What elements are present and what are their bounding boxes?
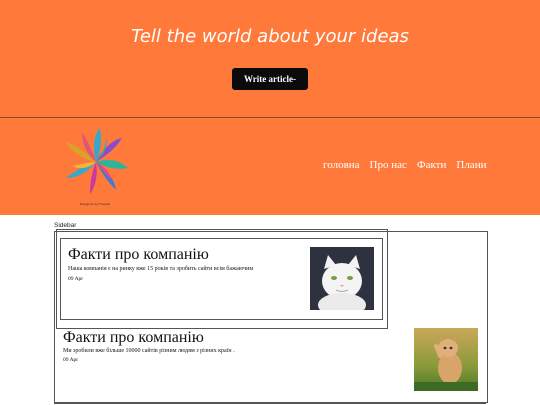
hero-tagline: Tell the world about your ideas: [131, 26, 409, 47]
flower-logo-icon[interactable]: [58, 126, 134, 202]
post-date: 09 Apr: [68, 276, 84, 282]
nav-item-home[interactable]: головна: [323, 159, 360, 171]
white-cat-image: [310, 247, 374, 310]
post-title[interactable]: Факти про компанію: [68, 246, 209, 264]
sidebar-label: Sidebar: [54, 222, 77, 229]
post-date: 09 Apr: [63, 357, 79, 363]
post-title[interactable]: Факти про компанію: [63, 329, 204, 347]
content-divider: [54, 403, 486, 404]
main-nav: головна Про нас Факти Плани: [323, 159, 486, 171]
site-header: Designed by Freepik головна Про нас Факт…: [0, 118, 540, 215]
logo-caption: Designed by Freepik: [79, 202, 111, 206]
hero-section: Tell the world about your ideas Write ar…: [0, 0, 540, 118]
post-text: Наша компанія є на ринку вже 15 років та…: [68, 266, 254, 272]
kitten-image: [414, 328, 478, 391]
write-article-button[interactable]: Write article-: [232, 68, 308, 90]
nav-item-facts[interactable]: Факти: [417, 159, 446, 171]
nav-item-about[interactable]: Про нас: [370, 159, 407, 171]
post-text: Ми зробили вже більше 10000 сайтів різни…: [63, 348, 235, 354]
nav-item-plans[interactable]: Плани: [456, 159, 486, 171]
